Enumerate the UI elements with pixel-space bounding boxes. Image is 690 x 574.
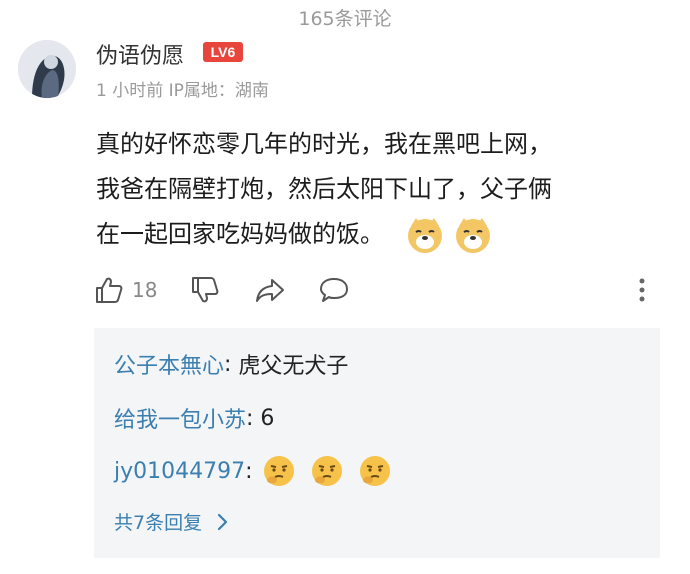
comment-body: 真的好怀恋零几年的时光，我在黑吧上网， 我爸在隔壁打炮，然后太阳下山了，父子俩 … bbox=[96, 122, 656, 257]
more-replies-label: 共7条回复 bbox=[114, 512, 203, 534]
comment-line: 在一起回家吃妈妈做的饭。 bbox=[96, 212, 656, 257]
share-icon bbox=[256, 279, 284, 302]
reply-text: 虎父无犬子 bbox=[238, 354, 349, 379]
username[interactable]: 伪语伪愿 bbox=[96, 38, 184, 70]
thinking-emoji-icon bbox=[358, 454, 392, 488]
comment-line: 真的好怀恋零几年的时光，我在黑吧上网， bbox=[96, 130, 552, 158]
reply-text: 6 bbox=[260, 405, 275, 431]
vertical-dots-icon bbox=[639, 278, 645, 302]
like-button[interactable]: 18 bbox=[94, 272, 157, 308]
comment-actions: 18 bbox=[0, 272, 690, 308]
share-button[interactable] bbox=[254, 272, 286, 308]
view-more-replies-link[interactable]: 共7条回复 bbox=[114, 508, 232, 535]
speech-bubble-icon bbox=[320, 278, 348, 302]
thinking-emoji-icon bbox=[310, 454, 344, 488]
comment-line: 我爸在隔壁打炮，然后太阳下山了，父子俩 bbox=[96, 175, 552, 203]
chevron-right-icon bbox=[217, 513, 228, 530]
doge-emoji-icon bbox=[406, 216, 444, 254]
like-count: 18 bbox=[132, 278, 158, 302]
thinking-emoji-icon bbox=[262, 454, 296, 488]
reply-username[interactable]: 公子本無心 bbox=[114, 348, 224, 380]
level-badge: LV6 bbox=[203, 42, 243, 62]
avatar[interactable] bbox=[18, 40, 76, 98]
comment-meta: 1 小时前 IP属地：湖南 bbox=[96, 81, 269, 101]
dislike-button[interactable] bbox=[190, 272, 220, 308]
thumbs-down-icon bbox=[192, 277, 219, 303]
reply-username[interactable]: jy01044797 bbox=[114, 459, 245, 484]
thumbs-up-icon bbox=[96, 277, 123, 303]
reply-button[interactable] bbox=[318, 272, 350, 308]
doge-emoji-icon bbox=[454, 216, 492, 254]
comment-count: 165条评论 bbox=[298, 8, 392, 30]
reply-item[interactable]: 公子本無心: 虎父无犬子 bbox=[114, 348, 348, 380]
more-options-button[interactable] bbox=[636, 272, 648, 308]
reply-item[interactable]: jy01044797: bbox=[114, 454, 392, 488]
level-badge-text: LV6 bbox=[211, 44, 236, 60]
reply-panel: 公子本無心: 虎父无犬子 给我一包小苏: 6 jy01044797: 共7条回复 bbox=[94, 328, 660, 558]
reply-username[interactable]: 给我一包小苏 bbox=[114, 402, 246, 434]
reply-item[interactable]: 给我一包小苏: 6 bbox=[114, 402, 274, 434]
